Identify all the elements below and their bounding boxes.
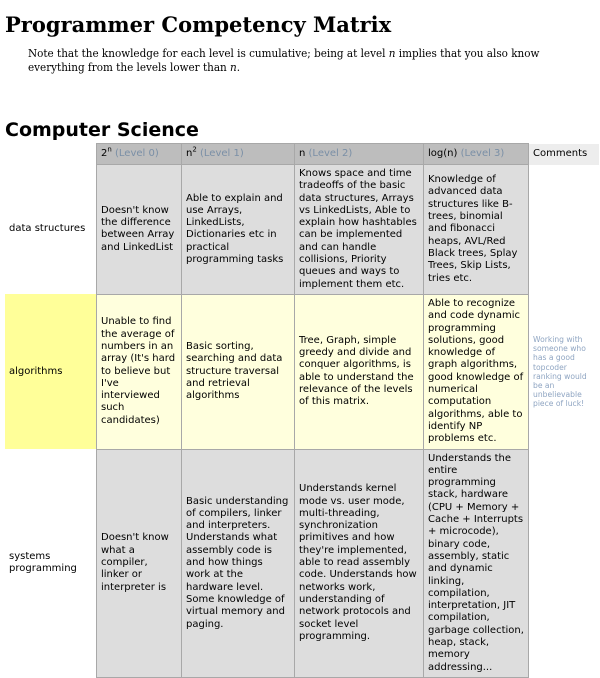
header-level-0-tag: (Level 0) [115,147,159,159]
header-level-0-sup: n [107,145,112,154]
header-level-3-tag: (Level 3) [460,147,505,159]
header-level-2-tag: (Level 2) [308,147,353,159]
section-title: Computer Science [5,119,199,141]
cell-level-2: Tree, Graph, simple greedy and divide an… [294,293,424,450]
row-label: data structures [5,164,97,295]
header-level-1-tag: (Level 1) [200,147,244,159]
header-row: 2n (Level 0) n2 (Level 1) n (Level 2) lo… [5,143,599,165]
cell-level-1: Basic sorting, searching and data struct… [181,293,295,450]
header-level-1: n2 (Level 1) [181,143,295,165]
intro-text-3: . [236,61,241,74]
cell-level-3: Able to recognize and code dynamic progr… [423,293,529,450]
row-comment: Working with someone who has a good topc… [528,294,599,450]
competency-matrix-table: 2n (Level 0) n2 (Level 1) n (Level 2) lo… [5,143,599,678]
intro-text-1: Note that the knowledge for each level i… [28,47,389,60]
cell-level-0: Unable to find the average of numbers in… [96,293,182,450]
cell-level-3: Understands the entire programming stack… [423,448,529,678]
matrix-row-data-structures: data structures Doesn't know the differe… [5,164,599,295]
header-level-0: 2n (Level 0) [96,143,182,165]
cell-level-2: Knows space and time tradeoffs of the ba… [294,164,424,295]
cell-level-3: Knowledge of advanced data structures li… [423,164,529,295]
header-level-2-base: n [299,147,306,159]
header-level-2: n (Level 2) [294,143,424,165]
cell-level-0: Doesn't know the difference between Arra… [96,164,182,295]
matrix-row-systems-programming: systems programming Doesn't know what a … [5,448,599,678]
header-corner [5,143,97,165]
row-comment [528,164,599,295]
header-level-1-sup: 2 [192,145,197,154]
row-comment [528,449,599,678]
matrix-row-algorithms: algorithms Unable to find the average of… [5,293,599,450]
cell-level-1: Basic understanding of compilers, linker… [181,448,295,678]
row-label: algorithms [5,294,97,450]
page-title: Programmer Competency Matrix [5,12,392,37]
cell-level-2: Understands kernel mode vs. user mode, m… [294,448,424,678]
header-level-3: log(n) (Level 3) [423,143,529,165]
header-level-3-base: log(n) [428,147,458,159]
row-label: systems programming [5,449,97,678]
cell-level-1: Able to explain and use Arrays, LinkedLi… [181,164,295,295]
cell-level-0: Doesn't know what a compiler, linker or … [96,448,182,678]
header-comments: Comments [528,143,599,165]
intro-note: Note that the knowledge for each level i… [28,47,595,75]
